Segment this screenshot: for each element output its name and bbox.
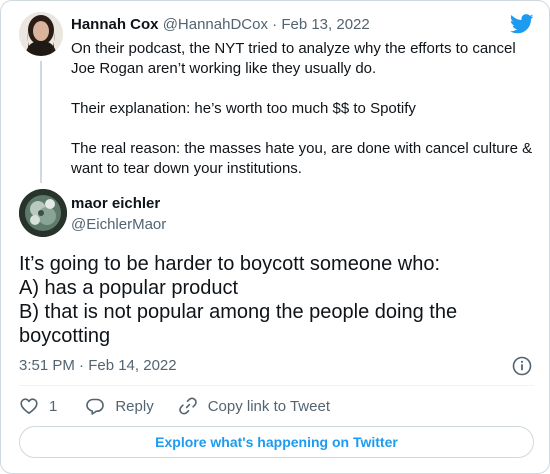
parent-author-handle[interactable]: @HannahDCox [163,16,268,33]
parent-paragraph: Their explanation: he’s worth too much $… [71,100,416,117]
parent-avatar-image [19,12,63,56]
parent-tweet-text: On their podcast, the NYT tried to analy… [71,39,539,179]
main-tweet-text: It’s going to be harder to boycott someo… [19,252,534,348]
heart-icon [20,398,38,414]
reply-label: Reply [115,397,154,415]
thread-connector-line [40,61,42,183]
parent-separator: · [272,16,278,33]
parent-tweet-date[interactable]: Feb 13, 2022 [281,16,369,33]
main-author-name[interactable]: maor eichler [71,194,160,214]
twitter-bird-icon[interactable] [510,14,534,34]
like-button[interactable]: 1 [19,396,57,416]
parent-author-name[interactable]: Hannah Cox [71,16,159,33]
parent-paragraph: On their podcast, the NYT tried to analy… [71,40,516,77]
actions-divider [19,385,534,386]
info-icon[interactable] [512,356,532,376]
explore-twitter-button[interactable]: Explore what's happening on Twitter [19,426,534,458]
tweet-timestamp[interactable]: 3:51 PM · Feb 14, 2022 [19,356,177,376]
copy-link-label: Copy link to Tweet [207,397,330,415]
main-author-handle[interactable]: @EichlerMaor [71,215,166,235]
reply-icon [86,398,105,415]
parent-avatar[interactable] [19,12,63,56]
parent-tweet-header: Hannah Cox @HannahDCox · Feb 13, 2022 [71,15,370,35]
like-count: 1 [49,397,58,415]
reply-button[interactable]: Reply [85,396,154,416]
main-avatar-image [19,189,67,237]
main-tweet-line: A) has a popular product [19,277,239,299]
copy-link-button[interactable]: Copy link to Tweet [178,396,330,416]
tweet-actions: 1 Reply Copy link to Tweet [19,396,330,416]
link-icon [178,397,197,415]
main-avatar[interactable] [19,189,67,237]
main-tweet-line: B) that is not popular among the people … [19,301,463,347]
tweet-embed-card: Hannah Cox @HannahDCox · Feb 13, 2022 On… [0,0,550,474]
parent-paragraph: The real reason: the masses hate you, ar… [71,140,533,177]
main-tweet-line: It’s going to be harder to boycott someo… [19,253,441,275]
